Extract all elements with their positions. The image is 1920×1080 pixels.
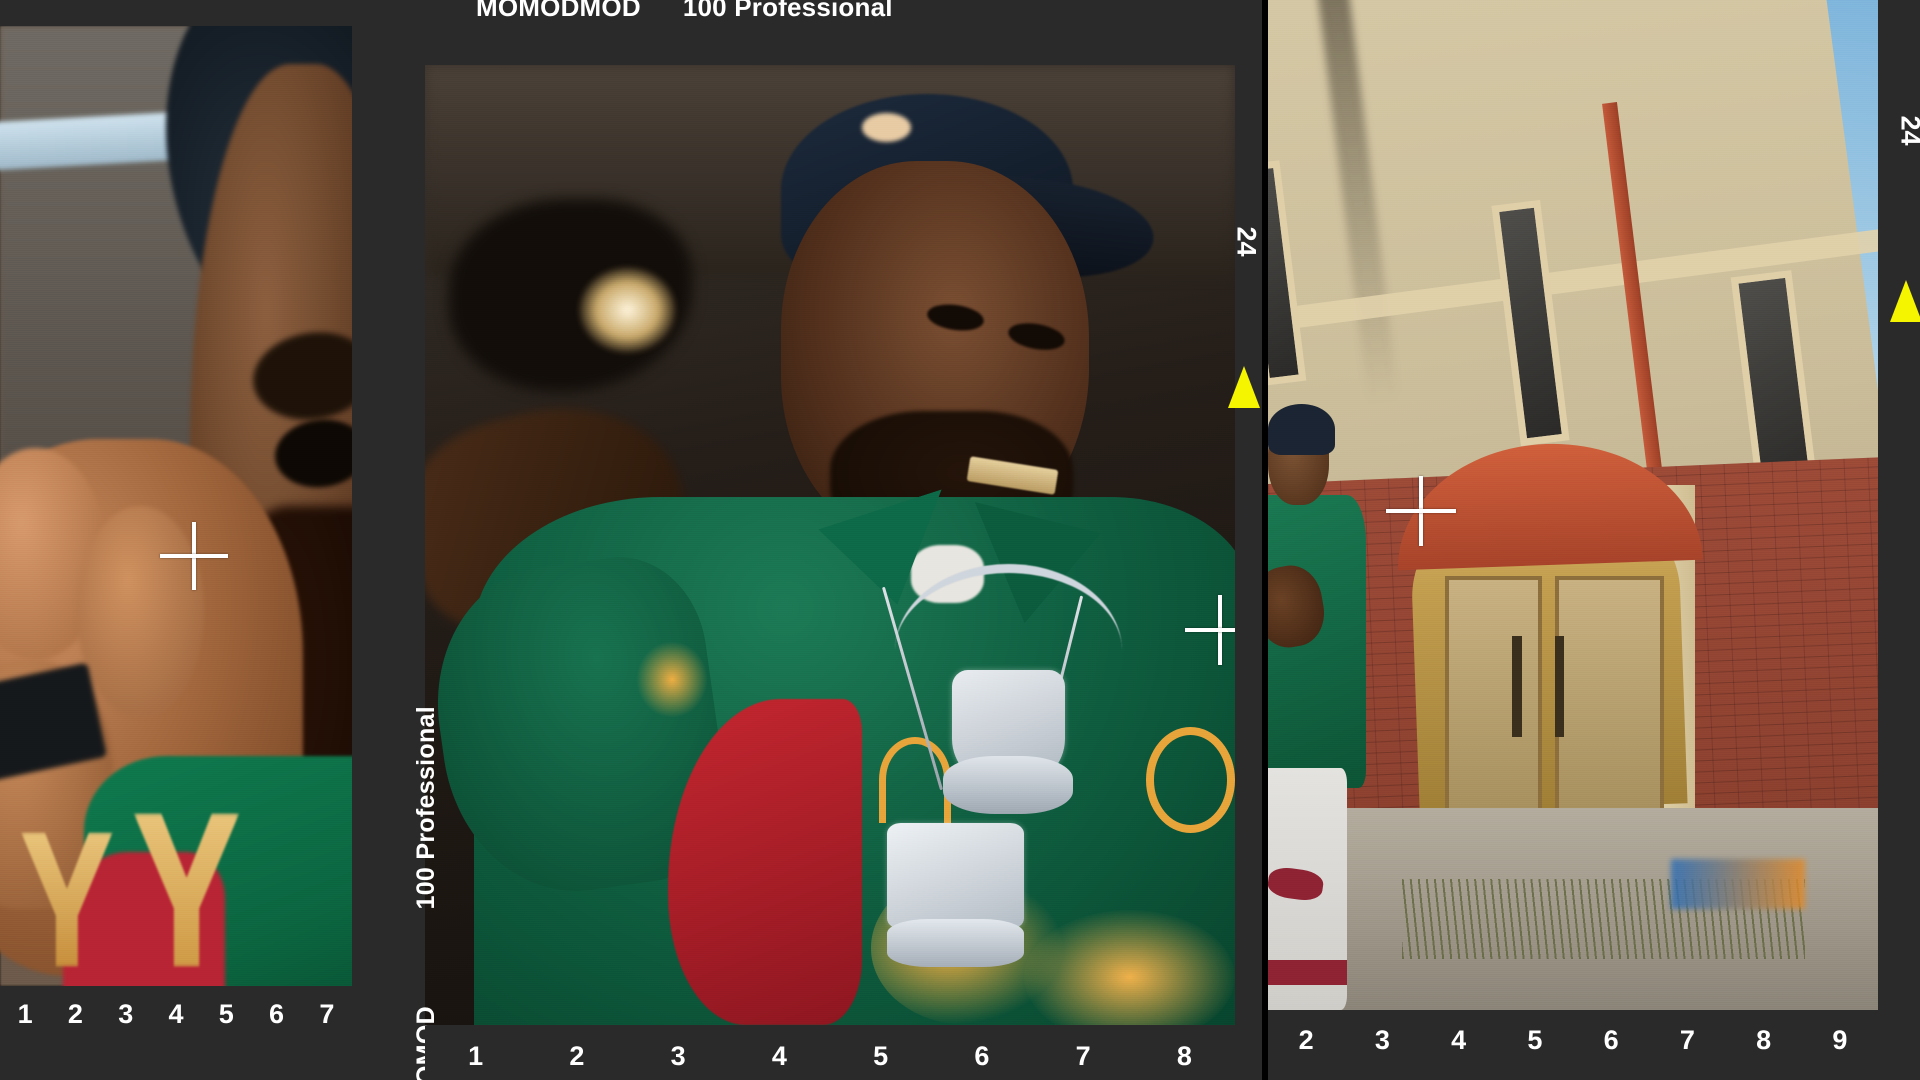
scale-tick-number: 3 bbox=[670, 1040, 686, 1071]
scale-tick-number: 5 bbox=[218, 998, 234, 1029]
scale-tick-number: 5 bbox=[1527, 1024, 1543, 1055]
frame-center-side-stock-label: 100 Professional bbox=[412, 706, 440, 910]
frame-left-brand-label: ODMOD bbox=[4, 0, 105, 1]
frame-left-stock-label: 100 Professional bbox=[147, 0, 357, 1]
registration-crosshair-center bbox=[1185, 595, 1235, 665]
boarded-door-right bbox=[1554, 575, 1665, 819]
film-frame-left[interactable]: ODMOD 100 Professional bbox=[0, 0, 394, 1080]
pendant-upper-banner bbox=[943, 756, 1073, 814]
shirt-graphic-flame bbox=[635, 641, 709, 718]
film-strip-viewer: ODMOD 100 Professional bbox=[0, 0, 1920, 1080]
pendant-lower-mg bbox=[886, 823, 1025, 929]
scale-tick-number: 9 bbox=[1832, 1024, 1848, 1055]
frame-counter-right: 24 bbox=[1895, 115, 1920, 146]
scale-tick-number: 4 bbox=[771, 1040, 787, 1071]
scale-tick-number: 4 bbox=[168, 998, 184, 1029]
frame-left-number-scale: 1 2 3 4 5 6 7 bbox=[0, 990, 352, 1038]
frame-index-triangle-center bbox=[1228, 366, 1260, 408]
pendant-lower-money-banner bbox=[886, 919, 1025, 968]
photo-right-scene bbox=[1268, 0, 1878, 1010]
scale-tick-number: 8 bbox=[1756, 1024, 1772, 1055]
scale-tick-number: 7 bbox=[1679, 1024, 1695, 1055]
frame-center-brand-label: MOMODMOD bbox=[476, 0, 641, 22]
frame-index-triangle-right bbox=[1890, 280, 1920, 322]
standing-man-belt bbox=[1268, 959, 1348, 985]
scale-tick-number: 1 bbox=[468, 1040, 484, 1071]
film-frame-right[interactable]: 24 2 3 4 5 6 7 8 9 bbox=[1268, 0, 1920, 1080]
scale-tick-number: 7 bbox=[319, 998, 335, 1029]
door-seam-one bbox=[1512, 636, 1522, 738]
scale-tick-number: 2 bbox=[569, 1040, 585, 1071]
scale-tick-number: 2 bbox=[67, 998, 83, 1029]
scale-tick-number: 3 bbox=[1374, 1024, 1390, 1055]
film-frame-center[interactable]: MOMODMOD 100 Professional 24 100 Profess… bbox=[388, 0, 1262, 1080]
light-source-glow bbox=[578, 266, 677, 353]
scale-tick-number: 7 bbox=[1075, 1040, 1091, 1071]
frame-left-photo[interactable] bbox=[0, 26, 352, 986]
scale-tick-number: 6 bbox=[974, 1040, 990, 1071]
scale-tick-number: 1 bbox=[17, 998, 33, 1029]
frame-center-photo[interactable] bbox=[425, 65, 1235, 1025]
frame-right-number-scale: 2 3 4 5 6 7 8 9 bbox=[1268, 1010, 1878, 1070]
frame-right-photo[interactable] bbox=[1268, 0, 1878, 1010]
registration-crosshair-right bbox=[1386, 476, 1456, 546]
cap-highlight bbox=[862, 113, 911, 142]
frame-center-header: MOMODMOD 100 Professional bbox=[476, 0, 893, 23]
scale-tick-number: 2 bbox=[1298, 1024, 1314, 1055]
graffiti-marking bbox=[1670, 858, 1805, 909]
scale-tick-number: 5 bbox=[873, 1040, 889, 1071]
scale-tick-number: 3 bbox=[118, 998, 134, 1029]
scale-tick-number: 4 bbox=[1451, 1024, 1467, 1055]
photo-center-scene bbox=[425, 65, 1235, 1025]
frame-left-header: ODMOD 100 Professional bbox=[4, 0, 357, 1]
frame-counter-center: 24 bbox=[1231, 226, 1262, 257]
registration-crosshair-left bbox=[160, 522, 228, 590]
scale-tick-number: 8 bbox=[1176, 1040, 1192, 1071]
scale-tick-number: 6 bbox=[269, 998, 285, 1029]
photo-left-scene bbox=[0, 26, 352, 986]
boarded-door-left bbox=[1444, 575, 1543, 819]
frame-center-number-scale: 1 2 3 4 5 6 7 8 bbox=[425, 1026, 1235, 1080]
shirt-graphic-letter-o bbox=[1145, 727, 1235, 833]
scale-tick-number: 6 bbox=[1603, 1024, 1619, 1055]
frame-center-stock-label: 100 Professional bbox=[682, 0, 893, 22]
standing-man-cap bbox=[1268, 404, 1336, 455]
door-seam-two bbox=[1554, 636, 1565, 738]
